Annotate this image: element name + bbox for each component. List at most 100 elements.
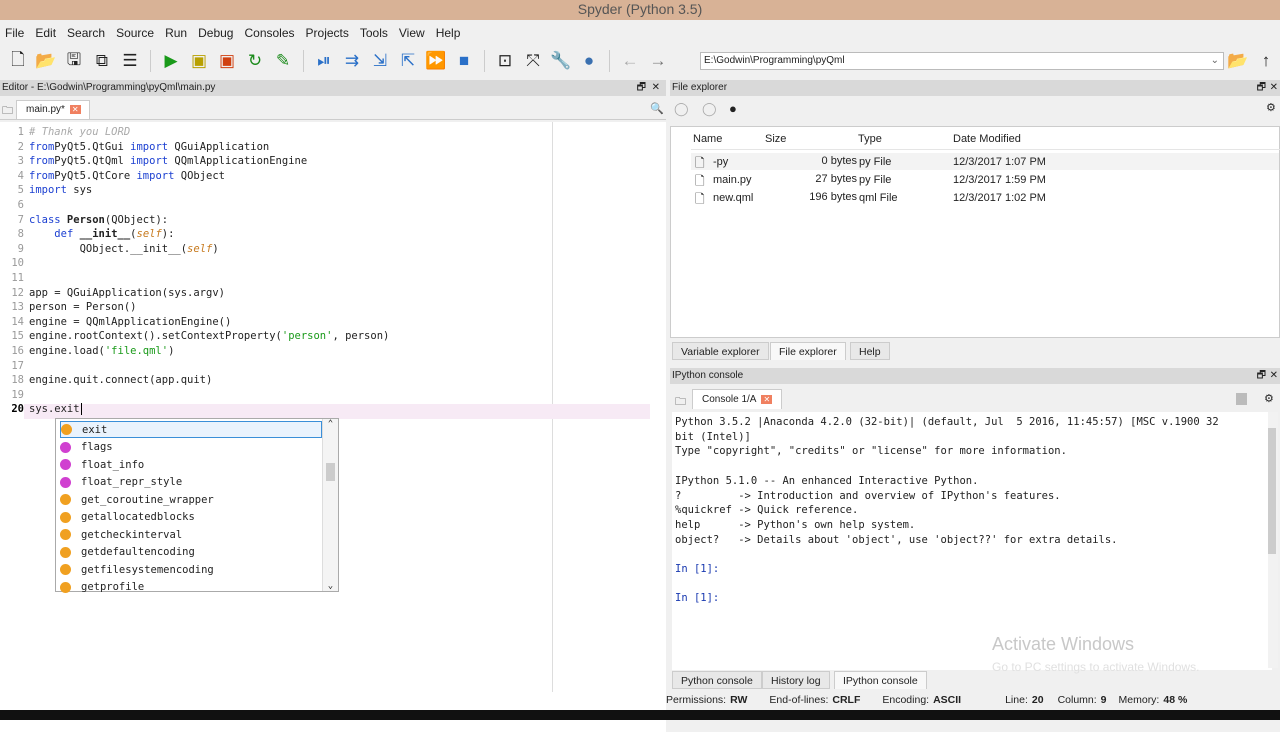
python-path-icon[interactable]: ● [577,50,601,72]
function-icon [60,546,71,558]
menu-edit[interactable]: Edit [30,24,62,42]
chevron-down-icon[interactable]: ⌄ [1211,53,1219,69]
menu-source[interactable]: Source [111,24,160,42]
close-icon[interactable]: ✕ [652,80,660,96]
run-icon[interactable]: ▶ [159,50,183,72]
column-header-type[interactable]: Type [858,133,882,145]
fullscreen-icon[interactable]: ⤧ [521,50,545,72]
completion-item[interactable]: float_info [60,456,322,473]
close-tab-icon[interactable]: ✕ [69,105,81,114]
rerun-icon[interactable]: ↻ [243,50,267,72]
new-file-icon[interactable]: 🗋 [6,50,30,72]
step-return-icon[interactable]: ⇱ [396,50,420,72]
tab-help[interactable]: Help [850,342,890,360]
continue-icon[interactable]: ⏩ [424,50,448,72]
console-tab[interactable]: Console 1/A ✕ [692,389,782,409]
completion-item[interactable]: flags [60,439,322,456]
close-icon[interactable]: ✕ [1270,80,1278,96]
editor-tab-main-py[interactable]: main.py* ✕ [16,100,90,119]
run-config-icon[interactable]: ✎ [271,50,295,72]
tab-python-console[interactable]: Python console [672,671,762,689]
completion-item[interactable]: exit [60,421,322,438]
function-icon [61,424,72,435]
browse-folder-icon[interactable]: 📂 [1226,50,1250,72]
stop-kernel-icon[interactable] [1236,393,1247,405]
column-header-name[interactable]: Name [693,133,722,145]
forward-arrow-icon[interactable]: → [646,50,670,72]
undock-icon[interactable]: 🗗 [1257,368,1266,384]
menu-tools[interactable]: Tools [355,24,394,42]
menu-debug[interactable]: Debug [193,24,239,42]
open-folder-icon[interactable]: 📂 [34,50,58,72]
tab-file-explorer[interactable]: File explorer [770,342,846,360]
completion-label: exit [82,423,108,436]
step-icon[interactable]: ⇉ [340,50,364,72]
parent-directory-icon[interactable]: ↑ [1254,50,1278,72]
file-date: 12/3/2017 1:02 PM [953,192,1046,204]
close-tab-icon[interactable]: ✕ [761,395,773,404]
menu-help[interactable]: Help [431,24,467,42]
search-icon[interactable]: 🔍 [650,102,664,115]
working-directory-input[interactable]: E:\Godwin\Programming\pyQml ⌄ [700,52,1224,70]
browse-tabs-icon[interactable]: 🗀 [2,102,13,121]
code-token: engine.quit.connect(app.quit) [29,374,213,387]
save-icon[interactable]: 🖫 [62,50,86,72]
file-row[interactable]: 🗋 main.py 27 bytes py File 12/3/2017 1:59 PM [691,171,1279,188]
step-into-icon[interactable]: ⇲ [368,50,392,72]
debug-icon[interactable]: ⏯ [312,50,336,72]
menu-consoles[interactable]: Consoles [239,24,300,42]
close-icon[interactable]: ✕ [1270,368,1278,384]
menu-run[interactable]: Run [160,24,193,42]
nav-back-icon[interactable]: ◯ [674,101,689,117]
browse-tabs-icon[interactable]: 🗀 [675,393,686,412]
nav-forward-icon[interactable]: ◯ [702,101,717,117]
code-line: engine.load('file.qml') [29,345,174,357]
column-header-date[interactable]: Date Modified [953,133,1021,145]
console-scrollbar[interactable] [1268,412,1278,668]
undock-icon[interactable]: 🗗 [637,80,646,96]
column-header-size[interactable]: Size [765,133,786,145]
preferences-icon[interactable]: 🔧 [549,50,573,72]
nav-up-icon[interactable]: ● [729,101,737,116]
tab-history-log[interactable]: History log [762,671,830,689]
completion-item[interactable]: getallocatedblocks [60,509,322,526]
console-line: IPython 5.1.0 -- An enhanced Interactive… [675,474,979,487]
file-row[interactable]: 🗋 -py 0 bytes py File 12/3/2017 1:07 PM [691,153,1279,170]
scrollbar-thumb[interactable] [1268,428,1276,554]
completion-item[interactable]: getfilesystemencoding [60,561,322,578]
scroll-down-icon[interactable]: ⌄ [323,581,338,591]
scrollbar-thumb[interactable] [326,463,335,481]
editor-pane-header: Editor - E:\Godwin\Programming\pyQml\mai… [0,80,666,96]
console-line: Type "copyright", "credits" or "license"… [675,445,1067,458]
menu-search[interactable]: Search [62,24,111,42]
menu-file[interactable]: File [0,24,30,42]
scrollbar[interactable]: ⌃ ⌄ [322,419,338,591]
completion-item[interactable]: get_coroutine_wrapper [60,491,322,508]
menu-projects[interactable]: Projects [301,24,355,42]
options-icon[interactable]: ⚙ [1266,101,1276,114]
completion-item[interactable]: float_repr_style [60,474,322,491]
completion-item[interactable]: getprofile [60,579,322,596]
code-token: import [130,155,169,168]
completion-item[interactable]: getdefaultencoding [60,544,322,561]
save-all-icon[interactable]: ⧉ [90,50,114,72]
menu-view[interactable]: View [394,24,431,42]
scroll-up-icon[interactable]: ⌃ [323,419,338,429]
console-output[interactable]: Python 3.5.2 |Anaconda 4.2.0 (32-bit)| (… [672,412,1278,674]
taskbar-strip [0,710,1280,720]
outline-icon[interactable]: ☰ [118,50,142,72]
tab-ipython-console[interactable]: IPython console [834,671,927,689]
completion-label: float_info [81,458,145,471]
options-icon[interactable]: ⚙ [1264,392,1274,405]
undock-icon[interactable]: 🗗 [1257,80,1266,96]
run-cell-icon[interactable]: ▣ [187,50,211,72]
autocomplete-popup[interactable]: exit flags float_info float_repr_style get_c… [55,418,339,593]
tab-variable-explorer[interactable]: Variable explorer [672,342,769,360]
completion-item[interactable]: getcheckinterval [60,526,322,543]
maximize-pane-icon[interactable]: ⊡ [493,50,517,72]
back-arrow-icon[interactable]: ← [618,50,642,72]
file-row[interactable]: 🗋 new.qml 196 bytes qml File 12/3/2017 1:02 … [691,189,1279,206]
stop-icon[interactable]: ■ [452,50,476,72]
run-cell-advance-icon[interactable]: ▣ [215,50,239,72]
file-tree[interactable]: Name Size Type Date Modified 🗋 -py 0 bytes… [670,126,1280,338]
